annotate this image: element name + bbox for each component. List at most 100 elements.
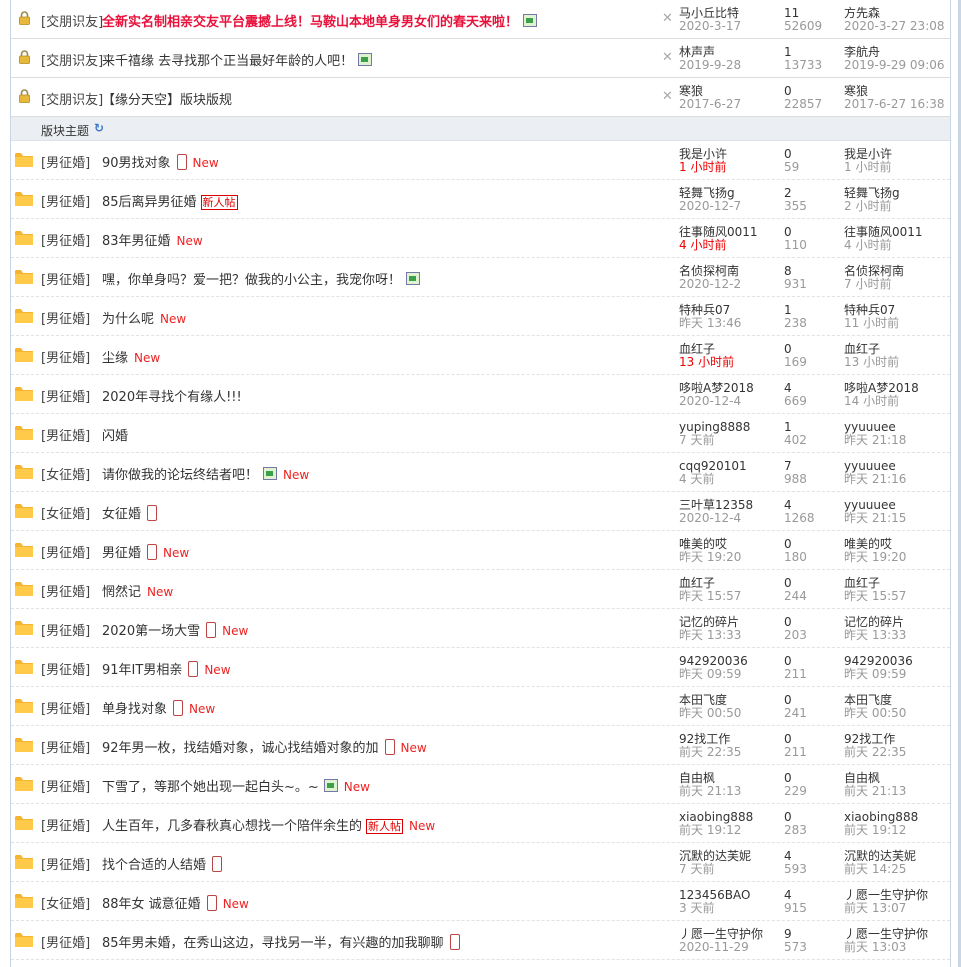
- last-reply-time[interactable]: 昨天 00:50: [844, 707, 906, 720]
- thread-category[interactable]: [男征婚]: [41, 425, 90, 444]
- thread-title[interactable]: 女征婚: [102, 503, 158, 522]
- thread-title-link[interactable]: 全新实名制相亲交友平台震撼上线！马鞍山本地单身男女们的春天来啦！: [102, 15, 518, 30]
- thread-title-link[interactable]: 2020第一场大雪: [102, 624, 200, 639]
- thread-category[interactable]: [男征婚]: [41, 815, 90, 834]
- last-reply-time[interactable]: 14 小时前: [844, 395, 899, 408]
- thread-title[interactable]: 惘然记 New: [102, 581, 173, 600]
- thread-title-link[interactable]: 闪婚: [102, 429, 128, 444]
- thread-title-link[interactable]: 下雪了，等那个她出现一起白头~。~: [102, 780, 319, 795]
- thread-category[interactable]: [男征婚]: [41, 269, 90, 288]
- thread-title-link[interactable]: 男征婚: [102, 546, 141, 561]
- thread-category[interactable]: [男征婚]: [41, 581, 90, 600]
- thread-title[interactable]: 91年IT男相亲 New: [102, 659, 231, 678]
- thread-category[interactable]: [男征婚]: [41, 542, 90, 561]
- thread-title-link[interactable]: 2020年寻找个有缘人!!!: [102, 390, 242, 405]
- last-reply-time[interactable]: 前天 22:35: [844, 746, 906, 759]
- last-reply-time[interactable]: 昨天 19:20: [844, 551, 906, 564]
- thread-title[interactable]: 85年男未婚，在秀山这边，寻找另一半，有兴趣的加我聊聊: [102, 932, 460, 951]
- thread-category[interactable]: [男征婚]: [41, 698, 90, 717]
- thread-title[interactable]: 为什么呢 New: [102, 308, 186, 327]
- refresh-icon[interactable]: ↻: [94, 121, 104, 135]
- thread-title-link[interactable]: 人生百年，几多春秋真心想找一个陪伴余生的: [102, 819, 362, 834]
- last-reply-time[interactable]: 2019-9-29 09:06: [844, 59, 945, 72]
- thread-category[interactable]: [男征婚]: [41, 386, 90, 405]
- thread-category[interactable]: [男征婚]: [41, 659, 90, 678]
- thread-title-link[interactable]: 来千禧缘 去寻找那个正当最好年龄的人吧！: [102, 54, 353, 69]
- thread-title-link[interactable]: 【缘分天空】版块版规: [102, 93, 232, 108]
- thread-title-link[interactable]: 请你做我的论坛终结者吧！: [102, 468, 258, 483]
- last-reply-time[interactable]: 2 小时前: [844, 200, 891, 213]
- thread-title[interactable]: 尘缘 New: [102, 347, 160, 366]
- thread-title[interactable]: 88年女 诚意征婚 New: [102, 893, 249, 912]
- thread-title[interactable]: 92年男一枚，找结婚对象，诚心找结婚对象的加 New: [102, 737, 427, 756]
- thread-category[interactable]: [男征婚]: [41, 191, 90, 210]
- thread-category[interactable]: [女征婚]: [41, 464, 90, 483]
- thread-title-link[interactable]: 85年男未婚，在秀山这边，寻找另一半，有兴趣的加我聊聊: [102, 936, 444, 951]
- last-reply-time[interactable]: 昨天 21:18: [844, 434, 906, 447]
- thread-category[interactable]: [交朋识友]: [41, 50, 103, 69]
- thread-category[interactable]: [男征婚]: [41, 230, 90, 249]
- thread-title[interactable]: 人生百年，几多春秋真心想找一个陪伴余生的 新人帖 New: [102, 815, 435, 834]
- thread-category[interactable]: [男征婚]: [41, 737, 90, 756]
- thread-title-link[interactable]: 83年男征婚: [102, 234, 171, 249]
- thread-title[interactable]: 全新实名制相亲交友平台震撼上线！马鞍山本地单身男女们的春天来啦！: [102, 11, 538, 30]
- thread-title-link[interactable]: 嘿，你单身吗？爱一把？做我的小公主，我宠你呀！: [102, 273, 401, 288]
- last-reply-time[interactable]: 13 小时前: [844, 356, 899, 369]
- thread-title-link[interactable]: 91年IT男相亲: [102, 663, 182, 678]
- thread-title-link[interactable]: 找个合适的人结婚: [102, 858, 206, 873]
- thread-category[interactable]: [女征婚]: [41, 893, 90, 912]
- thread-category[interactable]: [女征婚]: [41, 503, 90, 522]
- thread-category[interactable]: [男征婚]: [41, 854, 90, 873]
- thread-title[interactable]: 90男找对象 New: [102, 152, 219, 171]
- close-icon[interactable]: ✕: [662, 90, 673, 103]
- thread-title[interactable]: 2020第一场大雪 New: [102, 620, 248, 639]
- thread-title-link[interactable]: 女征婚: [102, 507, 141, 522]
- thread-title[interactable]: 找个合适的人结婚: [102, 854, 223, 873]
- thread-title[interactable]: 请你做我的论坛终结者吧！ New: [102, 464, 309, 483]
- thread-category[interactable]: [男征婚]: [41, 308, 90, 327]
- thread-title[interactable]: 下雪了，等那个她出现一起白头~。~ New: [102, 776, 370, 795]
- thread-category[interactable]: [男征婚]: [41, 152, 90, 171]
- thread-title[interactable]: 2020年寻找个有缘人!!!: [102, 386, 242, 405]
- thread-title-link[interactable]: 85后离异男征婚: [102, 195, 197, 210]
- last-reply-time[interactable]: 前天 14:25: [844, 863, 906, 876]
- thread-title-link[interactable]: 惘然记: [102, 585, 141, 600]
- close-icon[interactable]: ✕: [662, 51, 673, 64]
- last-reply-time[interactable]: 2020-3-27 23:08: [844, 20, 945, 33]
- thread-category[interactable]: [交朋识友]: [41, 11, 103, 30]
- last-reply-time[interactable]: 昨天 21:15: [844, 512, 906, 525]
- thread-title[interactable]: 单身找对象 New: [102, 698, 215, 717]
- thread-title-link[interactable]: 88年女 诚意征婚: [102, 897, 201, 912]
- thread-title-link[interactable]: 单身找对象: [102, 702, 167, 717]
- thread-category[interactable]: [男征婚]: [41, 776, 90, 795]
- thread-title[interactable]: 男征婚 New: [102, 542, 189, 561]
- last-reply-time[interactable]: 7 小时前: [844, 278, 891, 291]
- last-reply-time[interactable]: 1 小时前: [844, 161, 891, 174]
- thread-title[interactable]: 嘿，你单身吗？爱一把？做我的小公主，我宠你呀！: [102, 269, 421, 288]
- last-reply-time[interactable]: 昨天 15:57: [844, 590, 906, 603]
- last-reply-time[interactable]: 昨天 21:16: [844, 473, 906, 486]
- thread-title-link[interactable]: 尘缘: [102, 351, 128, 366]
- last-reply-time[interactable]: 昨天 09:59: [844, 668, 906, 681]
- thread-category[interactable]: [男征婚]: [41, 347, 90, 366]
- thread-title-link[interactable]: 90男找对象: [102, 156, 171, 171]
- thread-title[interactable]: 来千禧缘 去寻找那个正当最好年龄的人吧！: [102, 50, 373, 69]
- last-reply-time[interactable]: 11 小时前: [844, 317, 899, 330]
- last-reply-time[interactable]: 4 小时前: [844, 239, 891, 252]
- last-reply-time[interactable]: 前天 13:07: [844, 902, 906, 915]
- last-reply-time[interactable]: 2017-6-27 16:38: [844, 98, 945, 111]
- thread-category[interactable]: [男征婚]: [41, 620, 90, 639]
- thread-title[interactable]: 【缘分天空】版块版规: [102, 89, 232, 108]
- thread-title[interactable]: 闪婚: [102, 425, 128, 444]
- thread-title[interactable]: 85后离异男征婚 新人帖: [102, 191, 238, 210]
- thread-title-link[interactable]: 为什么呢: [102, 312, 154, 327]
- last-reply-time[interactable]: 前天 19:12: [844, 824, 906, 837]
- last-reply-time[interactable]: 前天 13:03: [844, 941, 906, 954]
- thread-category[interactable]: [男征婚]: [41, 932, 90, 951]
- last-reply-time[interactable]: 昨天 13:33: [844, 629, 906, 642]
- thread-title-link[interactable]: 92年男一枚，找结婚对象，诚心找结婚对象的加: [102, 741, 379, 756]
- thread-title[interactable]: 83年男征婚 New: [102, 230, 203, 249]
- last-reply-time[interactable]: 前天 21:13: [844, 785, 906, 798]
- thread-category[interactable]: [交朋识友]: [41, 89, 103, 108]
- close-icon[interactable]: ✕: [662, 12, 673, 25]
